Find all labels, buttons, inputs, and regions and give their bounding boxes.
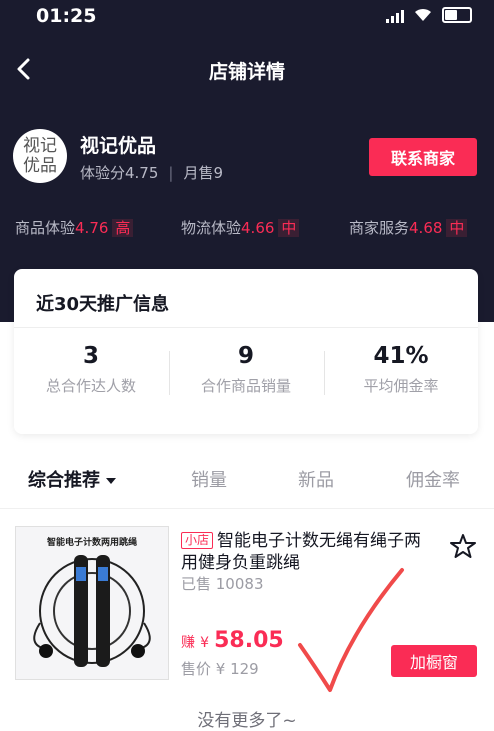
page-title: 店铺详情 [208,61,285,83]
metric-commission: 41% 平均佣金率 [363,343,439,395]
tab-sales[interactable]: 销量 [191,466,227,492]
jump-rope-illustration [33,555,151,667]
product-image[interactable]: 智能电子计数两用跳绳 [15,526,169,680]
signal-icon [386,8,404,23]
divider [0,508,494,509]
status-bar: 01:25 [0,0,494,34]
add-to-window-button[interactable]: 加橱窗 [391,645,477,677]
status-time: 01:25 [36,5,97,27]
tab-recommended[interactable]: 综合推荐 [28,466,116,492]
battery-icon [442,7,472,23]
contact-merchant-button[interactable]: 联系商家 [369,138,477,176]
shop-stats: 体验分4.75 | 月售9 [80,162,223,183]
sort-tabs: 综合推荐 销量 新品 佣金率 [0,463,494,497]
sold-count: 已售 10083 [181,575,264,593]
no-more-text: 没有更多了~ [197,711,297,731]
tab-commission[interactable]: 佣金率 [406,466,460,492]
promo-title: 近30天推广信息 [36,294,170,315]
rating-product: 商品体验4.76 高 [15,217,134,238]
experience-score: 体验分4.75 [80,164,159,182]
shop-avatar[interactable]: 视记优品 [13,129,67,183]
ratings-row: 商品体验4.76 高 物流体验4.66 中 商家服务4.68 中 [0,217,494,239]
caret-down-icon [106,478,116,484]
earn-commission: 赚 ¥ 58.05 [181,628,284,653]
tab-new[interactable]: 新品 [298,466,334,492]
divider: | [168,163,174,182]
star-favorite-icon[interactable] [449,532,477,560]
divider [14,327,478,328]
metric-partners: 3 总合作达人数 [45,343,136,395]
monthly-sales: 月售9 [183,164,224,182]
wifi-icon [415,8,431,21]
rating-service: 商家服务4.68 中 [349,217,468,238]
product-title[interactable]: 小店 智能电子计数无绳有绳子两用健身负重跳绳 [181,530,431,574]
shop-name: 视记优品 [80,135,157,157]
rating-logistics: 物流体验4.66 中 [181,217,300,238]
promotion-info-card: 近30天推广信息 3 总合作达人数 9 合作商品销量 41% 平均佣金率 [14,269,478,434]
shop-tag-badge: 小店 [181,532,214,549]
metric-sales: 9 合作商品销量 [200,343,291,395]
sale-price: 售价 ¥ 129 [181,660,259,678]
nav-bar: 店铺详情 [0,48,494,92]
